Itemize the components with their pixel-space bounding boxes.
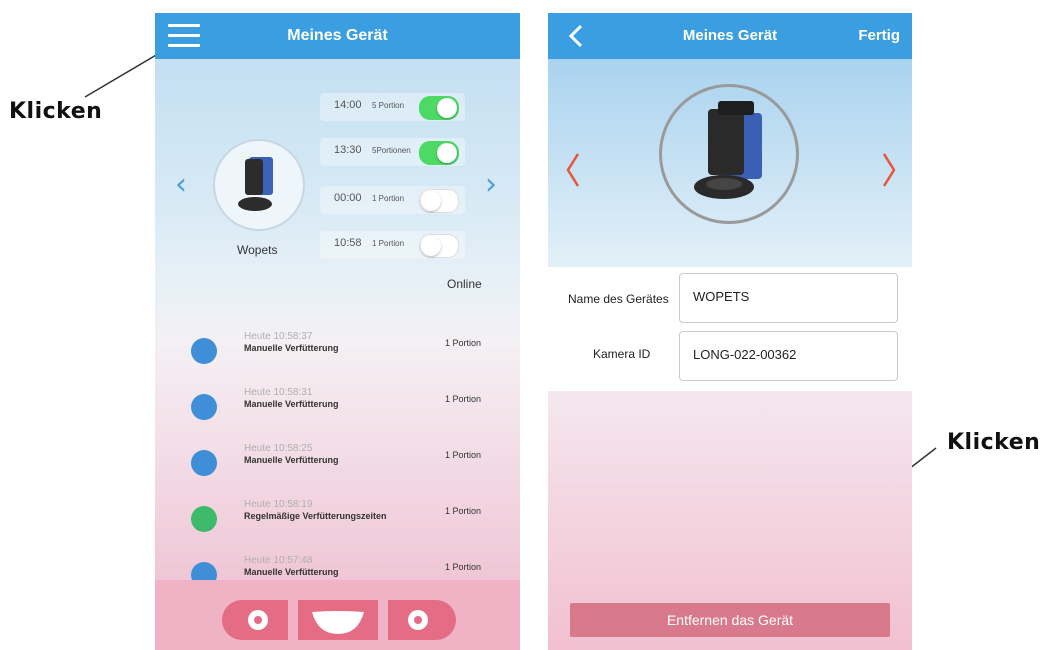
log-row: Heute 10:58:31 Manuelle Verfütterung 1 P… (155, 382, 520, 438)
camera-id-label: Kamera ID (593, 347, 651, 361)
main-screen: Meines Gerät ‹ › Wopets 14:00 5 Portion … (155, 13, 520, 650)
schedule-time: 14:00 (334, 99, 362, 111)
device-image[interactable] (659, 84, 799, 224)
chevron-right-icon[interactable] (878, 150, 898, 190)
device-name-field[interactable]: WOPETS (679, 273, 898, 323)
log-time: Heute 10:57:48 (244, 555, 313, 566)
chevron-left-icon[interactable]: ‹ (175, 167, 187, 202)
schedule-portion: 1 Portion (372, 239, 405, 248)
log-time: Heute 10:58:25 (244, 443, 313, 454)
device-name-label: Name des Gerätes (568, 292, 669, 306)
schedule-time: 00:00 (334, 192, 362, 204)
schedule-time: 13:30 (334, 144, 362, 156)
schedule-row[interactable]: 10:58 1 Portion (320, 231, 465, 259)
log-description: Manuelle Verfütterung (244, 455, 339, 465)
annotation-left: Klicken (9, 99, 103, 124)
device-image[interactable] (213, 139, 305, 231)
schedule-portion: 5 Portion (372, 101, 405, 110)
log-portion: 1 Portion (445, 394, 482, 404)
log-row: Heute 10:58:25 Manuelle Verfütterung 1 P… (155, 438, 520, 494)
done-button[interactable]: Fertig (858, 13, 900, 59)
camera-id-value: LONG-022-00362 (693, 347, 797, 362)
remove-device-button[interactable]: Entfernen das Gerät (570, 603, 890, 637)
log-time: Heute 10:58:19 (244, 499, 313, 510)
feed-tab[interactable] (298, 600, 378, 640)
hand-icon (191, 338, 217, 364)
schedule-portion: 1 Portion (372, 194, 405, 203)
camera-id-field[interactable]: LONG-022-00362 (679, 331, 898, 381)
chevron-right-icon[interactable]: › (485, 167, 497, 202)
schedule-toggle[interactable] (419, 96, 459, 120)
schedule-row[interactable]: 14:00 5 Portion (320, 93, 465, 121)
schedule-toggle[interactable] (419, 141, 459, 165)
log-portion: 1 Portion (445, 450, 482, 460)
main-header: Meines Gerät (155, 13, 520, 59)
chevron-left-icon[interactable] (564, 150, 584, 190)
schedule-time: 10:58 (334, 237, 362, 249)
log-description: Manuelle Verfütterung (244, 567, 339, 577)
settings-header: Meines Gerät Fertig (548, 13, 912, 59)
camera-icon (248, 610, 268, 630)
log-description: Manuelle Verfütterung (244, 343, 339, 353)
device-hero (548, 59, 912, 267)
feeder-icon (694, 101, 762, 199)
schedule-toggle[interactable] (419, 189, 459, 213)
bottom-toolbar (155, 580, 520, 650)
schedule-toggle[interactable] (419, 234, 459, 258)
log-time: Heute 10:58:31 (244, 387, 313, 398)
hand-icon (191, 450, 217, 476)
camera-tab[interactable] (222, 600, 288, 640)
settings-tab[interactable] (388, 600, 456, 640)
device-name-value: WOPETS (693, 289, 750, 304)
feeder-icon (238, 157, 273, 211)
status-label: Online (447, 277, 482, 291)
schedule-portion: 5Portionen (372, 146, 411, 155)
log-description: Regelmäßige Verfütterungszeiten (244, 511, 387, 521)
page-title: Meines Gerät (287, 27, 388, 44)
hand-icon (191, 394, 217, 420)
schedule-row[interactable]: 13:30 5Portionen (320, 138, 465, 166)
gear-icon (408, 610, 428, 630)
log-row: Heute 10:58:19 Regelmäßige Verfütterungs… (155, 494, 520, 550)
device-name: Wopets (237, 243, 278, 257)
alarm-clock-icon (191, 506, 217, 532)
device-settings-screen: Meines Gerät Fertig Name des Gerätes WOP… (548, 13, 912, 650)
log-portion: 1 Portion (445, 506, 482, 516)
log-row: Heute 10:58:37 Manuelle Verfütterung 1 P… (155, 326, 520, 382)
schedule-row[interactable]: 00:00 1 Portion (320, 186, 465, 214)
bowl-icon (312, 611, 364, 634)
log-time: Heute 10:58:37 (244, 331, 313, 342)
log-portion: 1 Portion (445, 338, 482, 348)
log-portion: 1 Portion (445, 562, 482, 572)
annotation-right: Klicken (947, 430, 1041, 455)
log-description: Manuelle Verfütterung (244, 399, 339, 409)
